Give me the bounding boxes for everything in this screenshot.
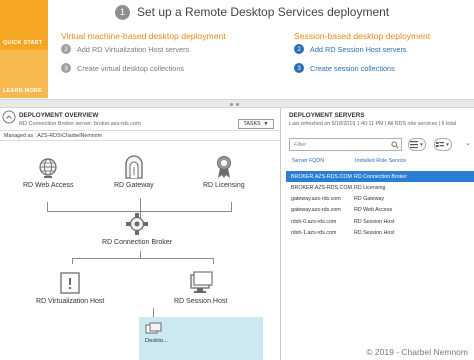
table-row[interactable]: gateway.azs-rds.com RD Gateway	[286, 194, 474, 205]
table-row[interactable]: rdsh-0.azs-rds.com RD Session Host	[286, 216, 474, 227]
cell-role: RD Session Host	[354, 229, 395, 236]
deployment-servers-panel: DEPLOYMENT SERVERS Last refreshed on 5/1…	[282, 108, 474, 360]
vm-column-heading: Virtual machine-based desktop deployment	[61, 31, 226, 41]
session-step-create-session-collections[interactable]: 3 Create session collections	[294, 63, 395, 73]
node-label: RD Licensing	[203, 182, 245, 189]
table-row[interactable]: rdsh-1.azs-rds.com RD Session Host	[286, 227, 474, 238]
cell-role: RD Gateway	[354, 196, 385, 203]
learn-more-tab[interactable]: LEARN MORE	[0, 50, 48, 98]
gateway-icon	[125, 155, 143, 179]
copyright-watermark: © 2019 - Charbel Nemnom	[366, 347, 468, 357]
chevron-down-icon: ▼	[263, 121, 269, 127]
column-header-role[interactable]: Installed Role Service	[355, 158, 406, 164]
learn-more-label: LEARN MORE	[3, 88, 42, 94]
section-splitter[interactable]	[0, 99, 474, 108]
step-number-badge: 2	[294, 44, 304, 54]
virtualization-host-warning-icon	[60, 272, 80, 294]
cell-role: RD Session Host	[354, 218, 395, 225]
vm-step-add-virtualization-host: 2 Add RD Virtualization Host servers	[61, 44, 189, 54]
main-step: 1 Set up a Remote Desktop Services deplo…	[115, 4, 389, 20]
table-row[interactable]: gateway.azs-rds.com RD Web Access	[286, 205, 474, 216]
main-step-title: Set up a Remote Desktop Services deploym…	[137, 5, 390, 19]
servers-table: BROKER.AZS-RDS.COM RD Connection Broker …	[286, 171, 474, 239]
node-label: RD Virtualization Host	[36, 298, 105, 305]
cell-fqdn: BROKER.AZS-RDS.COM	[291, 173, 352, 180]
filter-input[interactable]: Filter	[289, 138, 402, 151]
cell-fqdn: rdsh-1.azs-rds.com	[291, 229, 337, 236]
servers-title: DEPLOYMENT SERVERS	[289, 112, 365, 119]
cell-role: RD Licensing	[354, 184, 386, 191]
session-host-icon	[189, 271, 213, 293]
globe-icon	[39, 158, 57, 178]
filter-placeholder: Filter	[294, 142, 307, 148]
step-number-badge: 3	[61, 63, 71, 73]
quick-start-tab[interactable]: QUICK START	[0, 0, 48, 50]
node-rd-gateway[interactable]: RD Gateway	[114, 155, 154, 189]
managed-as-bar: Managed as : AZS-RDS\CharbelNemnom	[0, 130, 280, 141]
search-icon[interactable]	[391, 141, 399, 149]
list-view-icon	[410, 141, 419, 148]
add-criteria-button[interactable]: ▼	[434, 138, 452, 151]
node-label: RD Session Host	[174, 298, 228, 305]
connector-line	[72, 258, 73, 264]
connector-line	[140, 198, 141, 212]
connector-line	[213, 258, 214, 264]
quick-start-label: QUICK START	[3, 40, 43, 46]
step-link[interactable]: Create session collections	[310, 64, 395, 73]
chevron-down-icon: ▼	[419, 142, 424, 147]
cell-fqdn: gateway.azs-rds.com	[291, 207, 341, 214]
desktop-collection-tile[interactable]: Deskto...	[139, 317, 263, 360]
step-number-badge: 2	[61, 44, 71, 54]
splitter-grip-icon	[230, 103, 233, 106]
desktop-collection-icon	[145, 322, 162, 334]
servers-subtitle: Last refreshed on 5/18/2019 1:40:11 PM |…	[289, 121, 456, 127]
table-row[interactable]: BROKER.AZS-RDS.COM RD Licensing	[286, 182, 474, 193]
splitter-grip-icon	[236, 103, 239, 106]
filter-options-icon	[436, 142, 445, 147]
step-link[interactable]: Add RD Session Host servers	[310, 45, 407, 54]
connector-line	[72, 258, 214, 259]
node-rd-connection-broker[interactable]: RD Connection Broker	[102, 212, 172, 246]
connector-line	[231, 202, 232, 212]
expand-chevron-icon[interactable]: ⌄	[465, 139, 471, 147]
node-label: RD Gateway	[114, 182, 154, 189]
cell-role: RD Connection Broker	[354, 173, 407, 180]
node-label: RD Connection Broker	[102, 239, 173, 246]
step-number-badge: 1	[115, 4, 130, 20]
license-certificate-icon	[216, 156, 231, 178]
tasks-label: TASKS	[243, 121, 261, 127]
step-label: Add RD Virtualization Host servers	[77, 44, 190, 54]
table-row[interactable]: BROKER.AZS-RDS.COM RD Connection Broker	[286, 171, 474, 183]
node-rd-virtualization-host[interactable]: RD Virtualization Host	[36, 271, 104, 305]
session-step-add-session-host[interactable]: 2 Add RD Session Host servers	[294, 44, 407, 54]
node-rd-licensing[interactable]: RD Licensing	[203, 155, 245, 189]
cell-fqdn: rdsh-0.azs-rds.com	[291, 218, 337, 225]
step-number-badge: 3	[294, 63, 304, 73]
quick-start-strip: QUICK START LEARN MORE	[0, 0, 48, 98]
column-header-fqdn[interactable]: Server FQDN	[292, 158, 324, 164]
collapse-icon[interactable]	[2, 110, 16, 124]
cell-fqdn: BROKER.AZS-RDS.COM	[291, 184, 352, 191]
node-label: RD Web Access	[23, 182, 74, 189]
vm-step-create-virtual-collections: 3 Create virtual desktop collections	[61, 63, 184, 73]
node-rd-web-access[interactable]: RD Web Access	[23, 157, 73, 189]
tasks-dropdown[interactable]: TASKS ▼	[238, 119, 274, 129]
session-column-heading: Session-based desktop deployment	[294, 31, 431, 41]
overview-subtitle: RD Connection Broker server: broker.azs-…	[19, 121, 141, 127]
node-rd-session-host[interactable]: RD Session Host	[174, 271, 227, 305]
overview-title: DEPLOYMENT OVERVIEW	[19, 112, 99, 119]
cell-role: RD Web Access	[354, 207, 393, 214]
desktop-collection-label: Deskto...	[145, 338, 168, 344]
cell-fqdn: gateway.azs-rds.com	[291, 196, 341, 203]
step-label: Create virtual desktop collections	[77, 63, 185, 73]
connection-broker-icon	[126, 213, 149, 235]
chevron-down-icon: ▼	[445, 142, 450, 147]
list-options-button[interactable]: ▼	[408, 138, 426, 151]
